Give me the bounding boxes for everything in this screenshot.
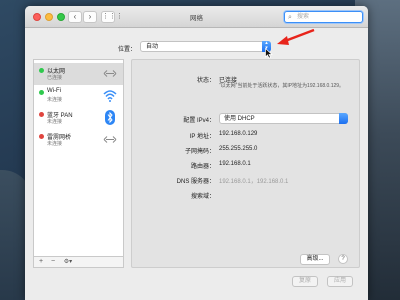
status-dot	[39, 90, 44, 95]
location-label: 位置：	[118, 47, 137, 53]
search-domain-label: 搜索域：	[190, 194, 215, 200]
status-label: 状态：	[196, 78, 215, 84]
service-detail-panel: 状态： 已连接 “以太网”当前处于活跃状态，其IP地址为192.168.0.12…	[131, 59, 360, 268]
location-select[interactable]: 自动 ▴ ▾	[140, 41, 271, 52]
search-placeholder: 搜索	[297, 14, 310, 20]
wifi-icon	[103, 90, 117, 102]
revert-button[interactable]: 复原	[292, 276, 318, 287]
help-button[interactable]: ?	[338, 254, 348, 264]
service-item-ethernet[interactable]: 以太网 已连接	[34, 63, 123, 85]
bluetooth-icon	[105, 110, 115, 125]
select-stepper-icon	[339, 113, 348, 124]
remove-service-button[interactable]: −	[48, 257, 58, 267]
service-status: 已连接	[47, 75, 63, 81]
ip-address-value: 192.168.0.129	[219, 131, 258, 137]
action-menu-button[interactable]: ⚙▾	[61, 257, 75, 267]
service-status: 未连接	[47, 97, 63, 103]
service-item-thunderbolt-bridge[interactable]: 雷雳网桥 未连接	[34, 129, 123, 151]
service-list: 以太网 已连接 Wi-Fi 未连接 蓝牙 PAN 未连接 雷雳网桥 未连接	[33, 59, 124, 257]
ethernet-icon	[103, 70, 117, 77]
thunderbolt-bridge-icon	[103, 136, 117, 143]
subnet-mask-value: 255.255.255.0	[219, 146, 258, 152]
add-service-button[interactable]: +	[36, 257, 46, 267]
apply-button[interactable]: 应用	[327, 276, 353, 287]
service-name: Wi-Fi	[47, 88, 61, 94]
service-item-bluetooth-pan[interactable]: 蓝牙 PAN 未连接	[34, 107, 123, 129]
status-dot	[39, 68, 44, 73]
status-dot	[39, 134, 44, 139]
advanced-button[interactable]: 高级...	[300, 254, 330, 265]
service-status: 未连接	[47, 141, 63, 147]
service-list-controls: + − ⚙▾	[33, 257, 124, 268]
location-value: 自动	[146, 44, 159, 50]
ip-address-label: IP 地址：	[189, 134, 215, 140]
dns-server-value: 192.168.0.1，192.168.0.1	[219, 179, 289, 185]
mouse-pointer-icon	[265, 48, 273, 59]
status-dot	[39, 112, 44, 117]
subnet-mask-label: 子网掩码：	[184, 149, 215, 155]
dns-server-label: DNS 服务器：	[176, 179, 215, 185]
configure-ipv4-select[interactable]: 使用 DHCP	[219, 113, 348, 124]
status-description: “以太网”当前处于活跃状态，其IP地址为192.168.0.129。	[219, 83, 345, 89]
router-label: 路由器：	[190, 164, 215, 170]
router-value: 192.168.0.1	[219, 161, 251, 167]
configure-ipv4-value: 使用 DHCP	[224, 116, 255, 122]
search-field[interactable]: ⌕ 搜索	[284, 11, 363, 23]
search-icon: ⌕	[288, 14, 292, 21]
service-item-wifi[interactable]: Wi-Fi 未连接	[34, 85, 123, 107]
network-preferences-window: ‹ › ⋮⋮⋮ 网络 ⌕ 搜索 位置： 自动 ▴ ▾ 以太网 已连接 Wi-Fi …	[25, 6, 368, 300]
configure-ipv4-label: 配置 IPv4：	[183, 118, 215, 124]
annotation-arrow-icon	[277, 28, 315, 45]
title-bar: ‹ › ⋮⋮⋮ 网络 ⌕ 搜索	[25, 6, 368, 28]
service-status: 未连接	[47, 119, 63, 125]
